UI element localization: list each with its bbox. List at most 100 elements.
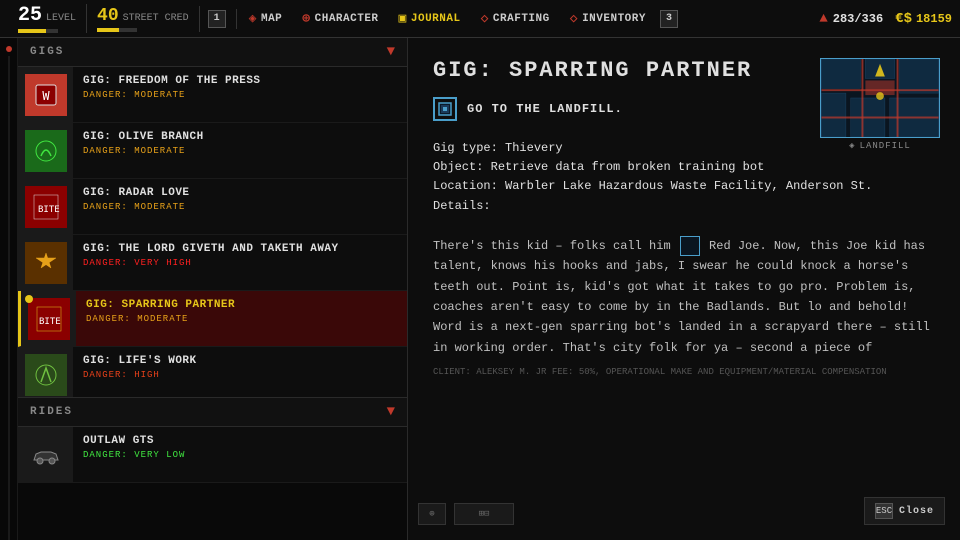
type-value: Thievery bbox=[505, 141, 563, 155]
bottom-left-controls: ⊕ ⊞⊟ bbox=[418, 503, 514, 525]
gig-desc-text: There's this kid – folks call him Red Jo… bbox=[433, 239, 930, 355]
nav-crafting[interactable]: ◇ CRAFTING bbox=[471, 11, 560, 26]
new-badge bbox=[25, 295, 33, 303]
money-display: €$ 18159 bbox=[895, 11, 952, 27]
ride-danger-outlaw: DANGER: VERY LOW bbox=[83, 450, 397, 460]
street-cred-display: 40 STREET CRED bbox=[87, 6, 200, 32]
gig-name-radar: GIG: RADAR LOVE bbox=[83, 187, 397, 199]
bottom-left-btn-1[interactable]: ⊕ bbox=[418, 503, 446, 525]
ride-info-outlaw: OUTLAW GTS DANGER: VERY LOW bbox=[73, 427, 407, 482]
street-cred-number: 40 bbox=[97, 6, 119, 26]
gig-info-radar: GIG: RADAR LOVE DANGER: MODERATE bbox=[73, 179, 407, 234]
object-label: Object: bbox=[433, 160, 483, 174]
map-pin-icon: ◈ bbox=[849, 141, 855, 151]
minimap: ◈ LANDFILL bbox=[820, 58, 940, 148]
right-panel: ◈ LANDFILL GIG: SPARRING PARTNER GO TO T… bbox=[408, 38, 960, 540]
gig-icon-radar: BITE bbox=[25, 186, 67, 228]
gig-name-olive: GIG: OLIVE BRANCH bbox=[83, 131, 397, 143]
ride-icon-outlaw bbox=[25, 434, 67, 476]
inventory-icon: ◇ bbox=[570, 11, 578, 26]
gig-description: There's this kid – folks call him Red Jo… bbox=[433, 236, 935, 379]
gig-danger-freedom: DANGER: MODERATE bbox=[83, 90, 397, 100]
badge-1: 1 bbox=[200, 10, 234, 28]
crafting-icon: ◇ bbox=[481, 11, 489, 26]
gig-info-olive: GIG: OLIVE BRANCH DANGER: MODERATE bbox=[73, 123, 407, 178]
fine-print-text: CLIENT: ALEKSEY M. JR FEE: 50%, OPERATIO… bbox=[433, 367, 887, 377]
gig-danger-radar: DANGER: MODERATE bbox=[83, 202, 397, 212]
gig-danger-lord: DANGER: VERY HIGH bbox=[83, 258, 397, 268]
gig-name-freedom: GIG: FREEDOM OF THE PRESS bbox=[83, 75, 397, 87]
separator bbox=[236, 9, 237, 29]
rides-section-header[interactable]: RIDES ▼ bbox=[18, 398, 407, 427]
gig-thumb-radar: BITE bbox=[18, 179, 73, 234]
money-value: 18159 bbox=[916, 12, 952, 26]
gig-name-lord: GIG: THE LORD GIVETH AND TAKETH AWAY bbox=[83, 243, 397, 255]
main-layout: GIGS ▼ W GIG: FREEDOM OF THE PRESS DANG bbox=[0, 38, 960, 540]
rides-title: RIDES bbox=[30, 406, 73, 418]
health-value: 283/336 bbox=[833, 12, 883, 26]
level-number: 25 bbox=[18, 4, 42, 27]
gig-danger-lifework: DANGER: HIGH bbox=[83, 370, 397, 380]
nav-map[interactable]: ◈ MAP bbox=[239, 11, 293, 26]
gig-thumb-lifework bbox=[18, 347, 73, 397]
svg-text:W: W bbox=[42, 89, 50, 103]
health-icon: ▲ bbox=[819, 11, 827, 27]
strip-line bbox=[8, 56, 10, 540]
gig-fine-print: CLIENT: ALEKSEY M. JR FEE: 50%, OPERATIO… bbox=[433, 366, 935, 379]
strip-dot bbox=[6, 46, 12, 52]
svg-text:BITE: BITE bbox=[38, 205, 60, 215]
gigs-list: W GIG: FREEDOM OF THE PRESS DANGER: MODE… bbox=[18, 67, 407, 397]
rides-collapse-icon: ▼ bbox=[387, 404, 395, 420]
location-value: Warbler Lake Hazardous Waste Facility, A… bbox=[505, 179, 872, 193]
gig-item-sparring[interactable]: BITE GIG: SPARRING PARTNER DANGER: MODER… bbox=[18, 291, 407, 347]
gig-name-lifework: GIG: LIFE'S WORK bbox=[83, 355, 397, 367]
ride-name-outlaw: OUTLAW GTS bbox=[83, 435, 397, 447]
inventory-badge: 3 bbox=[656, 10, 682, 28]
nav-journal[interactable]: ▣ JOURNAL bbox=[389, 11, 471, 26]
svg-text:BITE: BITE bbox=[39, 317, 61, 327]
gig-item-olive[interactable]: GIG: OLIVE BRANCH DANGER: MODERATE bbox=[18, 123, 407, 179]
objective-text: GO TO THE LANDFILL. bbox=[467, 102, 623, 116]
ride-item-outlaw[interactable]: OUTLAW GTS DANGER: VERY LOW bbox=[18, 427, 407, 483]
level-display: 25 LEVEL bbox=[8, 4, 87, 33]
gig-info-freedom: GIG: FREEDOM OF THE PRESS DANGER: MODERA… bbox=[73, 67, 407, 122]
bottom-left-btn-2[interactable]: ⊞⊟ bbox=[454, 503, 514, 525]
nav-inventory[interactable]: ◇ INVENTORY bbox=[560, 11, 656, 26]
ride-thumb-outlaw bbox=[18, 427, 73, 482]
location-label: Location: bbox=[433, 179, 498, 193]
rides-section: RIDES ▼ OUTLAW GTS DANGER: VERY LOW bbox=[18, 397, 407, 483]
gig-icon-sparring: BITE bbox=[28, 298, 70, 340]
minimap-label: ◈ LANDFILL bbox=[820, 141, 940, 151]
gig-icon-lifework bbox=[25, 354, 67, 396]
journal-icon: ▣ bbox=[399, 11, 407, 26]
left-panel: GIGS ▼ W GIG: FREEDOM OF THE PRESS DANG bbox=[18, 38, 408, 540]
gig-info-lord: GIG: THE LORD GIVETH AND TAKETH AWAY DAN… bbox=[73, 235, 407, 290]
gig-item-lord[interactable]: GIG: THE LORD GIVETH AND TAKETH AWAY DAN… bbox=[18, 235, 407, 291]
gigs-section-header[interactable]: GIGS ▼ bbox=[18, 38, 407, 67]
topbar-right: ▲ 283/336 €$ 18159 bbox=[819, 11, 952, 27]
close-label: Close bbox=[899, 506, 934, 517]
gig-danger-olive: DANGER: MODERATE bbox=[83, 146, 397, 156]
gig-item-freedom[interactable]: W GIG: FREEDOM OF THE PRESS DANGER: MODE… bbox=[18, 67, 407, 123]
gigs-collapse-icon: ▼ bbox=[387, 44, 395, 60]
gig-name-sparring: GIG: SPARRING PARTNER bbox=[86, 299, 397, 311]
gig-info-lifework: GIG: LIFE'S WORK DANGER: HIGH bbox=[73, 347, 407, 397]
close-button[interactable]: ESC Close bbox=[864, 497, 945, 525]
topbar: 25 LEVEL 40 STREET CRED 1 ◈ MAP ⊕ CHARAC… bbox=[0, 0, 960, 38]
gig-icon-lord bbox=[25, 242, 67, 284]
nav-character[interactable]: ⊕ CHARACTER bbox=[292, 11, 388, 26]
gig-danger-sparring: DANGER: MODERATE bbox=[86, 314, 397, 324]
money-icon: €$ bbox=[895, 11, 912, 27]
objective-icon bbox=[433, 97, 457, 121]
minimap-frame bbox=[820, 58, 940, 138]
gig-thumb-olive bbox=[18, 123, 73, 178]
gigs-title: GIGS bbox=[30, 46, 64, 58]
gig-item-lifework[interactable]: GIG: LIFE'S WORK DANGER: HIGH bbox=[18, 347, 407, 397]
character-icon: ⊕ bbox=[302, 11, 310, 26]
gig-item-radar[interactable]: BITE GIG: RADAR LOVE DANGER: MODERATE bbox=[18, 179, 407, 235]
details-label: Details: bbox=[433, 199, 491, 213]
gig-info-sparring: GIG: SPARRING PARTNER DANGER: MODERATE bbox=[76, 291, 407, 346]
street-cred-label: STREET CRED bbox=[123, 13, 189, 24]
close-key: ESC bbox=[875, 503, 893, 519]
gig-icon-olive bbox=[25, 130, 67, 172]
